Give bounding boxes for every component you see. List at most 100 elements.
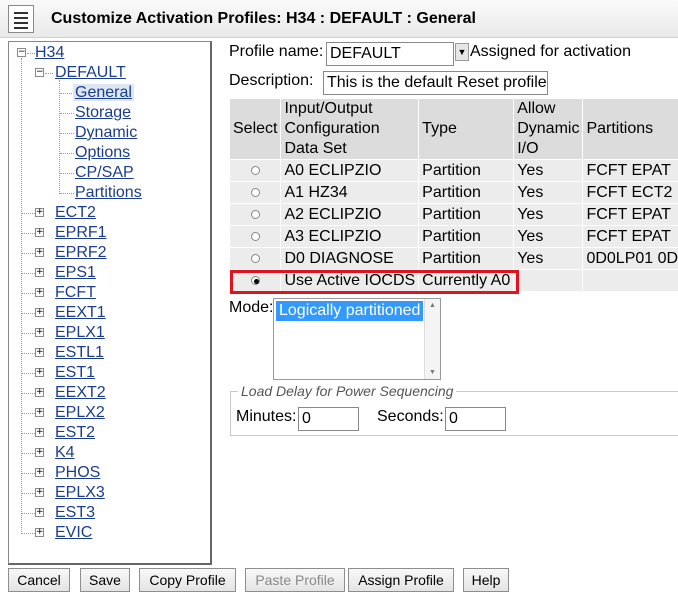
tree-node-h34[interactable]: H34 xyxy=(35,44,64,62)
tree-node-label[interactable]: EPRF1 xyxy=(55,224,107,241)
tree-node-default[interactable]: DEFAULT xyxy=(55,64,126,82)
seconds-field[interactable]: 0 xyxy=(445,407,506,431)
tree-node-label[interactable]: CP/SAP xyxy=(75,164,134,181)
tree-node-profile[interactable]: EEXT2 xyxy=(55,384,106,402)
collapse-icon[interactable]: − xyxy=(35,68,44,77)
tree-node-label[interactable]: EPLX1 xyxy=(55,324,105,341)
expand-icon[interactable]: + xyxy=(35,508,44,517)
tree-node-label[interactable]: DEFAULT xyxy=(55,64,126,81)
tree-node-label[interactable]: Storage xyxy=(75,104,131,121)
expand-icon[interactable]: + xyxy=(35,488,44,497)
expand-icon[interactable]: + xyxy=(35,228,44,237)
expand-icon[interactable]: + xyxy=(35,468,44,477)
tree-node-profile[interactable]: EPLX2 xyxy=(55,404,105,422)
tree-node-label[interactable]: Options xyxy=(75,144,130,161)
save-button[interactable]: Save xyxy=(80,568,130,592)
profile-name-field[interactable]: DEFAULT xyxy=(326,42,454,66)
tree-node-label[interactable]: EPS1 xyxy=(55,264,96,281)
tree-node-label[interactable]: EPLX2 xyxy=(55,404,105,421)
tree-node-profile[interactable]: EPS1 xyxy=(55,264,96,282)
select-cell[interactable] xyxy=(228,203,282,226)
tree-node-label[interactable]: ESTL1 xyxy=(55,344,104,361)
table-row[interactable]: A0 ECLIPZIO Partition Yes FCFT EPAT xyxy=(228,159,678,182)
expand-icon[interactable]: + xyxy=(35,208,44,217)
expand-icon[interactable]: + xyxy=(35,288,44,297)
tree-node-label[interactable]: General xyxy=(73,84,134,101)
tree-node-profile[interactable]: FCFT xyxy=(55,284,96,302)
expand-icon[interactable]: + xyxy=(35,428,44,437)
help-button[interactable]: Help xyxy=(463,568,509,592)
chevron-down-icon[interactable]: ▼ xyxy=(455,43,469,61)
scroll-up-icon[interactable]: ▲ xyxy=(425,302,440,309)
description-field[interactable]: This is the default Reset profile xyxy=(323,71,548,95)
select-cell[interactable] xyxy=(228,247,282,270)
tree-node-profile[interactable]: ECT2 xyxy=(55,204,96,222)
table-row[interactable]: A1 HZ34 Partition Yes FCFT ECT2 xyxy=(228,181,678,204)
radio-button[interactable] xyxy=(250,165,260,175)
expand-icon[interactable]: + xyxy=(35,408,44,417)
tree-node-profile[interactable]: K4 xyxy=(55,444,75,462)
tree-node-label[interactable]: EPRF2 xyxy=(55,244,107,261)
tree-item-options[interactable]: Options xyxy=(75,144,130,162)
scrollbar[interactable]: ▲ ▼ xyxy=(424,299,440,379)
tree-node-profile[interactable]: ESTL1 xyxy=(55,344,104,362)
tree-node-label[interactable]: EVIC xyxy=(55,524,92,541)
copy-profile-button[interactable]: Copy Profile xyxy=(139,568,236,592)
expand-icon[interactable]: + xyxy=(35,368,44,377)
radio-button[interactable] xyxy=(250,231,260,241)
tree-node-label[interactable]: K4 xyxy=(55,444,75,461)
tree-node-label[interactable]: Partitions xyxy=(75,184,142,201)
tree-node-profile[interactable]: EPRF1 xyxy=(55,224,107,242)
tree-item-storage[interactable]: Storage xyxy=(75,104,131,122)
expand-icon[interactable]: + xyxy=(35,528,44,537)
cancel-button[interactable]: Cancel xyxy=(8,568,70,592)
expand-icon[interactable]: + xyxy=(35,348,44,357)
radio-button[interactable] xyxy=(250,253,260,263)
tree-node-profile[interactable]: EST2 xyxy=(55,424,95,442)
tree-item-partitions[interactable]: Partitions xyxy=(75,184,142,202)
tree-node-label[interactable]: EEXT1 xyxy=(55,304,106,321)
table-row[interactable]: A2 ECLIPZIO Partition Yes FCFT EPAT xyxy=(228,203,678,226)
expand-icon[interactable]: + xyxy=(35,268,44,277)
assign-profile-button[interactable]: Assign Profile xyxy=(348,568,454,592)
tree-node-profile[interactable]: EST3 xyxy=(55,504,95,522)
expand-icon[interactable]: + xyxy=(35,388,44,397)
expand-icon[interactable]: + xyxy=(35,248,44,257)
minutes-field[interactable]: 0 xyxy=(298,407,359,431)
select-cell[interactable] xyxy=(228,181,282,204)
tree-node-label[interactable]: EST1 xyxy=(55,364,95,381)
tree-item-dynamic[interactable]: Dynamic xyxy=(75,124,137,142)
table-row[interactable]: D0 DIAGNOSE Partition Yes 0D0LP01 0D xyxy=(228,247,678,270)
tree-node-profile[interactable]: EVIC xyxy=(55,524,92,542)
profile-tree[interactable]: − H34 − DEFAULT General Storage Dynamic … xyxy=(8,41,212,565)
tree-node-profile[interactable]: EPRF2 xyxy=(55,244,107,262)
select-cell[interactable] xyxy=(228,225,282,248)
mode-listbox[interactable]: Logically partitioned ▲ ▼ xyxy=(273,298,441,380)
tree-node-label[interactable]: ECT2 xyxy=(55,204,96,221)
tree-node-profile[interactable]: EPLX3 xyxy=(55,484,105,502)
expand-icon[interactable]: + xyxy=(35,448,44,457)
tree-node-profile[interactable]: PHOS xyxy=(55,464,100,482)
select-cell[interactable] xyxy=(228,159,282,182)
collapse-icon[interactable]: − xyxy=(17,48,26,57)
tree-node-profile[interactable]: EST1 xyxy=(55,364,95,382)
tree-node-label[interactable]: FCFT xyxy=(55,284,96,301)
table-row[interactable]: A3 ECLIPZIO Partition Yes FCFT EPAT xyxy=(228,225,678,248)
expand-icon[interactable]: + xyxy=(35,328,44,337)
tree-node-label[interactable]: EST2 xyxy=(55,424,95,441)
tree-node-label[interactable]: PHOS xyxy=(55,464,100,481)
tree-node-label[interactable]: Dynamic xyxy=(75,124,137,141)
scroll-down-icon[interactable]: ▼ xyxy=(425,369,440,376)
mode-option[interactable]: Logically partitioned xyxy=(276,301,424,321)
tree-node-profile[interactable]: EPLX1 xyxy=(55,324,105,342)
tree-node-label[interactable]: EST3 xyxy=(55,504,95,521)
tree-node-label[interactable]: H34 xyxy=(35,44,64,61)
radio-button[interactable] xyxy=(250,209,260,219)
expand-icon[interactable]: + xyxy=(35,308,44,317)
paste-profile-button[interactable]: Paste Profile xyxy=(245,568,345,592)
tree-node-profile[interactable]: EEXT1 xyxy=(55,304,106,322)
radio-button[interactable] xyxy=(250,187,260,197)
tree-item-cp-sap[interactable]: CP/SAP xyxy=(75,164,134,182)
tree-item-general[interactable]: General xyxy=(73,84,134,102)
tree-node-label[interactable]: EEXT2 xyxy=(55,384,106,401)
